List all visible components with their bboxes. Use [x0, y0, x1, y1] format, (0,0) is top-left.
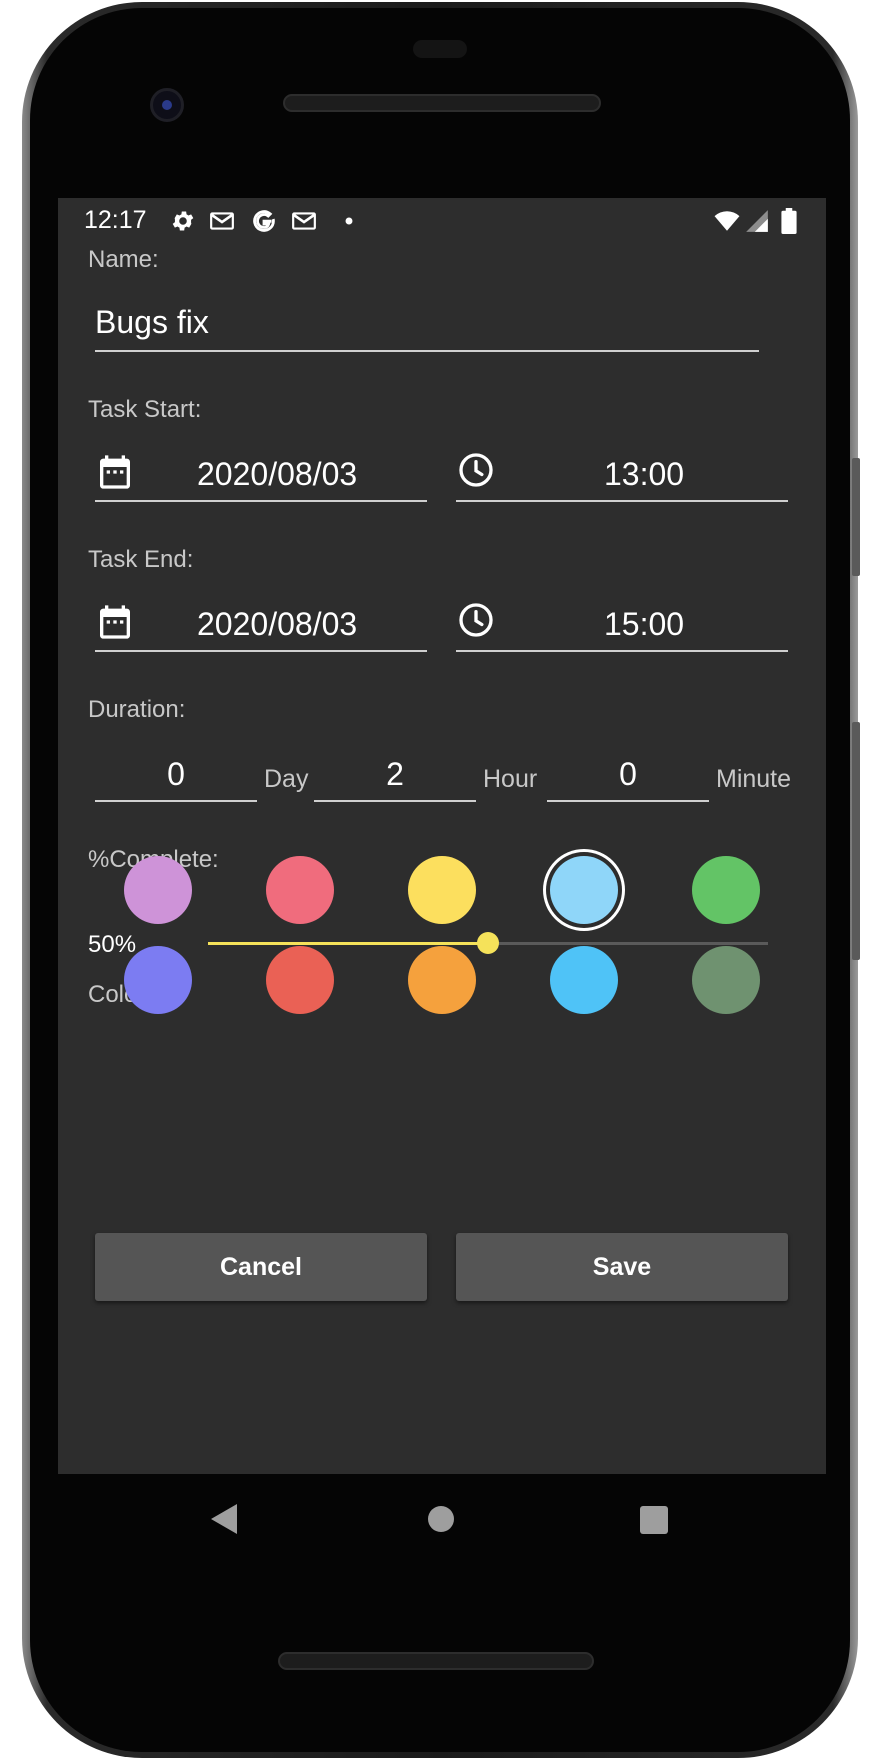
- color-swatch[interactable]: [266, 856, 334, 924]
- color-swatch[interactable]: [550, 856, 618, 924]
- end-date-value: 2020/08/03: [197, 606, 358, 642]
- wifi-icon: [712, 208, 742, 234]
- task-start-label: Task Start:: [88, 396, 202, 423]
- color-swatch[interactable]: [692, 946, 760, 1014]
- color-swatch[interactable]: [266, 946, 334, 1014]
- status-bar: 12:17: [58, 198, 826, 246]
- back-icon[interactable]: [211, 1504, 237, 1534]
- home-icon[interactable]: [428, 1506, 454, 1532]
- duration-minutes-input[interactable]: 0: [547, 744, 709, 802]
- clock-icon: [456, 450, 496, 490]
- end-time-field[interactable]: 15:00: [456, 594, 788, 652]
- duration-minutes-value: 0: [619, 756, 637, 792]
- color-swatch[interactable]: [550, 946, 618, 1014]
- color-swatch[interactable]: [124, 856, 192, 924]
- start-time-value: 13:00: [604, 456, 685, 492]
- power-button: [852, 458, 860, 576]
- task-end-label: Task End:: [88, 546, 194, 573]
- duration-hours-value: 2: [386, 756, 404, 792]
- navigation-bar: [58, 1474, 826, 1562]
- color-swatch[interactable]: [408, 856, 476, 924]
- calendar-icon: [95, 452, 135, 492]
- end-time-value: 15:00: [604, 606, 685, 642]
- name-label: Name:: [88, 246, 159, 273]
- save-button[interactable]: Save: [456, 1233, 788, 1301]
- front-camera: [150, 88, 184, 122]
- recent-apps-icon[interactable]: [640, 1506, 668, 1534]
- cancel-button[interactable]: Cancel: [95, 1233, 427, 1301]
- signal-icon: [744, 208, 770, 234]
- app-screen: 12:17 Name: Bugs fix Task Start: 2020/08…: [58, 198, 826, 1474]
- duration-days-value: 0: [167, 756, 185, 792]
- volume-button: [852, 722, 860, 960]
- earpiece-speaker: [283, 94, 601, 112]
- hour-unit-label: Hour: [483, 765, 538, 793]
- notification-dot-icon: [336, 208, 362, 234]
- start-date-value: 2020/08/03: [197, 456, 358, 492]
- color-swatch[interactable]: [124, 946, 192, 1014]
- gmail-icon: [209, 208, 235, 234]
- complete-value-text: 50%: [88, 931, 137, 958]
- proximity-sensor: [413, 40, 467, 58]
- name-input-value: Bugs fix: [95, 304, 209, 340]
- start-date-field[interactable]: 2020/08/03: [95, 444, 427, 502]
- start-time-field[interactable]: 13:00: [456, 444, 788, 502]
- color-swatch[interactable]: [408, 946, 476, 1014]
- slider-thumb[interactable]: [477, 932, 499, 954]
- battery-icon: [779, 208, 799, 234]
- duration-label: Duration:: [88, 696, 186, 723]
- day-unit-label: Day: [264, 765, 309, 793]
- calendar-icon: [95, 602, 135, 642]
- status-time: 12:17: [84, 206, 147, 234]
- gmail-icon: [291, 208, 317, 234]
- end-date-field[interactable]: 2020/08/03: [95, 594, 427, 652]
- name-input[interactable]: Bugs fix: [95, 294, 759, 352]
- gear-icon: [170, 208, 196, 234]
- duration-days-input[interactable]: 0: [95, 744, 257, 802]
- complete-slider[interactable]: [208, 932, 768, 954]
- slider-fill: [208, 942, 488, 945]
- google-icon: [251, 208, 277, 234]
- minute-unit-label: Minute: [716, 765, 792, 793]
- duration-hours-input[interactable]: 2: [314, 744, 476, 802]
- color-swatch[interactable]: [692, 856, 760, 924]
- bottom-speaker: [278, 1652, 594, 1670]
- clock-icon: [456, 600, 496, 640]
